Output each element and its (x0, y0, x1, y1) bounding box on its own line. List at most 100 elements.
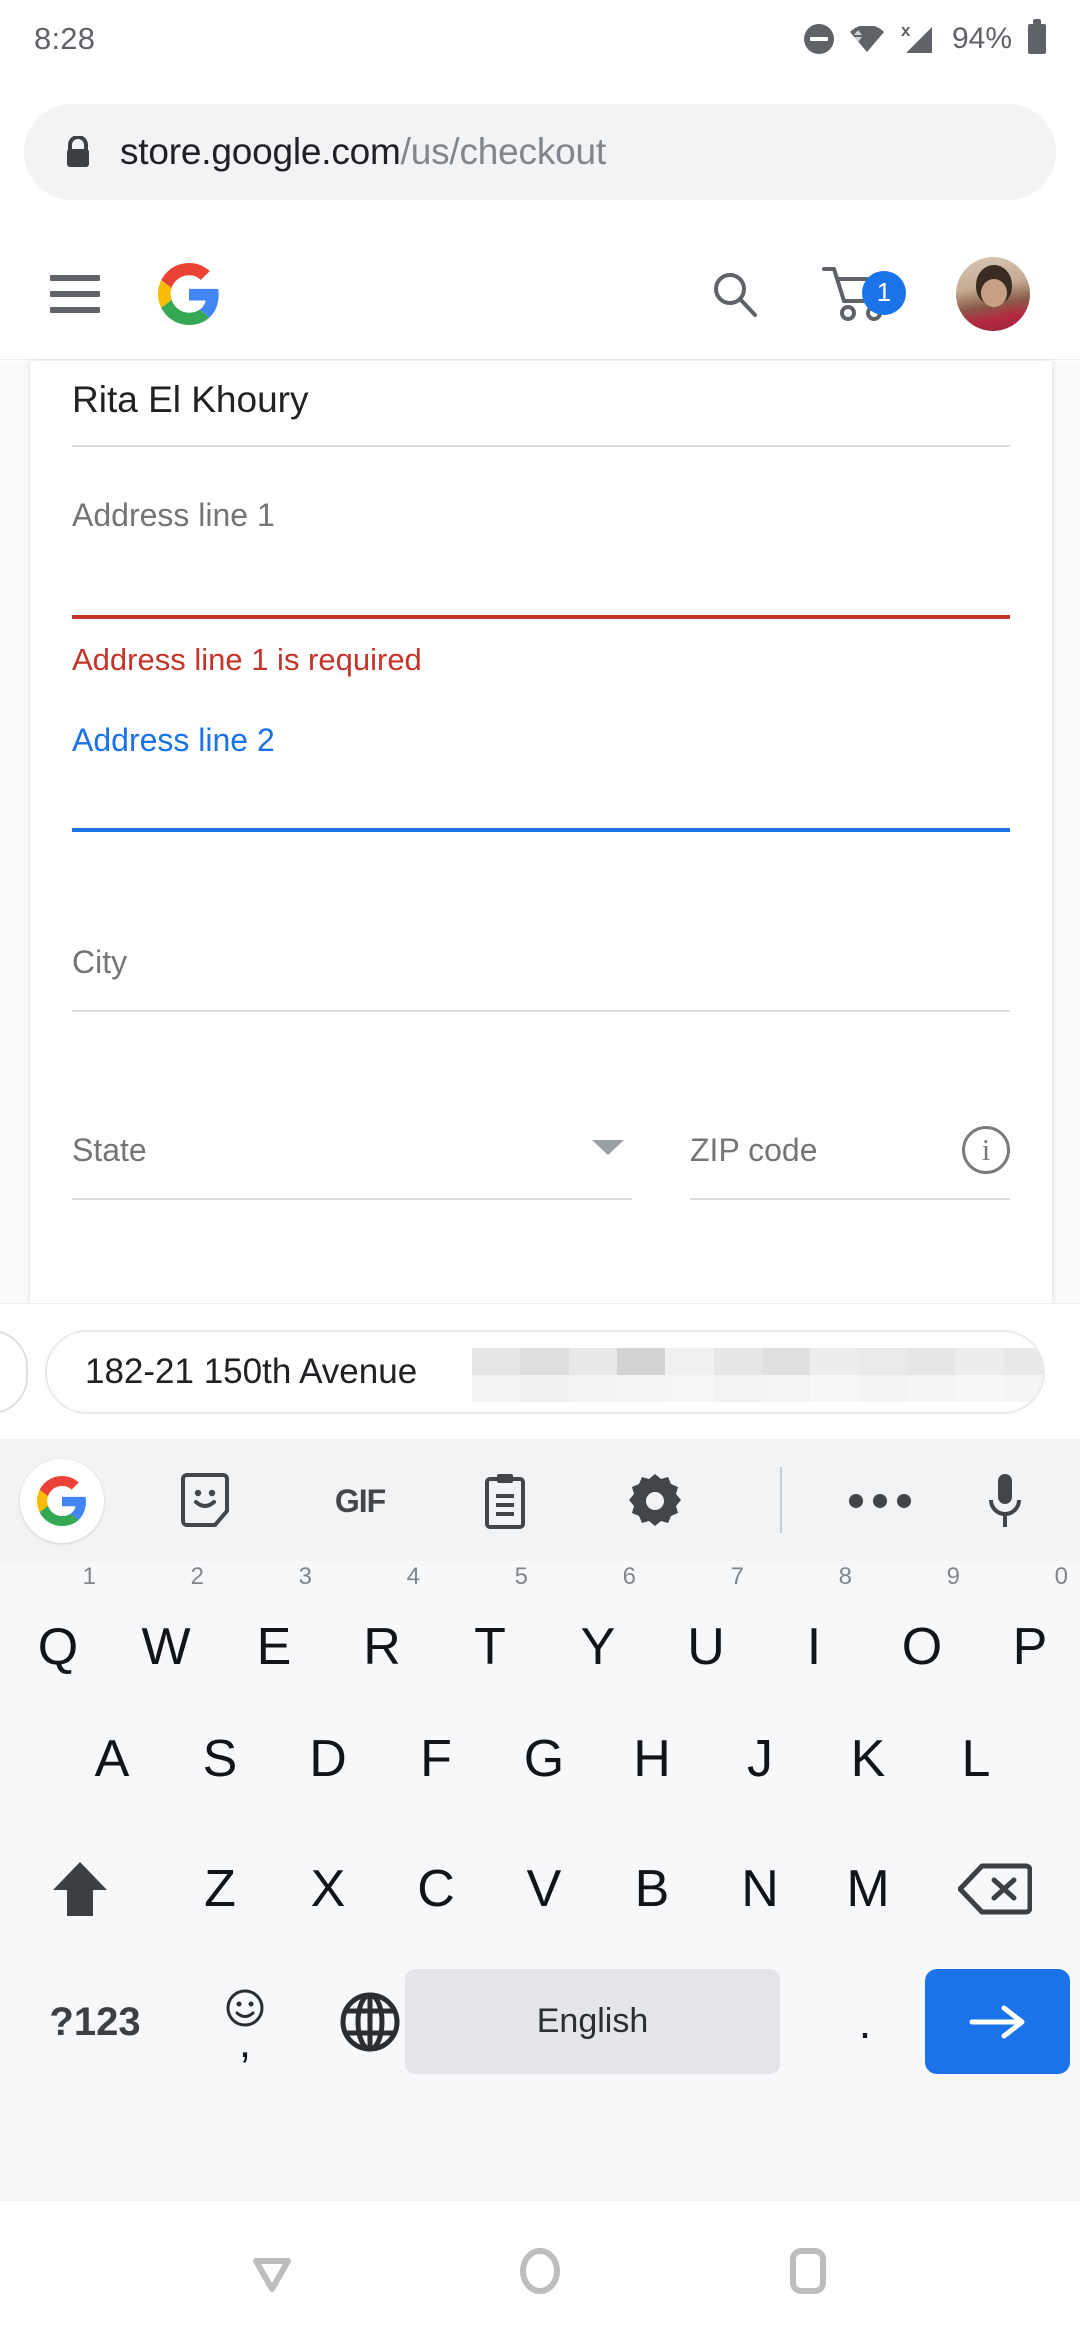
key-b[interactable]: B (602, 1839, 702, 1939)
key-label: E (256, 1618, 292, 1676)
redaction-tile (1003, 1348, 1043, 1375)
status-bar-clock: 8:28 (34, 21, 96, 56)
browser-url-bar-container: store.google.com/us/checkout (0, 94, 1080, 210)
key-q[interactable]: 1Q (8, 1563, 108, 1697)
microphone-icon[interactable] (975, 1471, 1035, 1531)
url-bar[interactable]: store.google.com/us/checkout (24, 104, 1056, 200)
keyboard-row-4: ?123 , English . (0, 1957, 1080, 2087)
key-label: Y (580, 1618, 616, 1676)
key-label: I (806, 1618, 822, 1676)
period-key[interactable]: . (810, 1967, 920, 2077)
do-not-disturb-icon (803, 24, 834, 54)
state-underline (72, 1198, 632, 1200)
redaction-tile (520, 1348, 569, 1375)
key-c[interactable]: C (386, 1839, 486, 1939)
symbols-key[interactable]: ?123 (10, 1967, 180, 2077)
key-label: G (523, 1730, 565, 1788)
key-hint-4: 4 (406, 1563, 420, 1590)
key-j[interactable]: J (710, 1709, 810, 1809)
redaction-tile (713, 1375, 762, 1402)
key-z[interactable]: Z (170, 1839, 270, 1939)
autofill-suggestion-bar: 182-21 150th Avenue (0, 1303, 1080, 1439)
key-v[interactable]: V (494, 1839, 594, 1939)
key-h[interactable]: H (602, 1709, 702, 1809)
settings-gear-icon[interactable] (625, 1471, 685, 1531)
redaction-tile (810, 1348, 859, 1375)
key-hint-6: 6 (622, 1563, 636, 1590)
key-hint-3: 3 (298, 1563, 312, 1590)
user-avatar[interactable] (956, 256, 1030, 331)
address-line-1-underline (72, 615, 1010, 619)
full-name-value: Rita El Khoury (72, 379, 309, 420)
redaction-tile (568, 1348, 617, 1375)
key-r[interactable]: 4R (332, 1563, 432, 1697)
emoji-comma-key[interactable]: , (185, 1967, 305, 2077)
lock-icon (67, 136, 89, 167)
key-s[interactable]: S (170, 1709, 270, 1809)
redaction-tile (858, 1375, 907, 1402)
key-k[interactable]: K (818, 1709, 918, 1809)
key-label: J (747, 1730, 773, 1788)
space-key[interactable]: English (405, 1969, 780, 2074)
key-label: C (417, 1860, 455, 1918)
back-triangle-icon[interactable] (237, 2236, 307, 2306)
google-logo-icon[interactable] (20, 1459, 104, 1543)
redaction-tile (665, 1375, 714, 1402)
key-p[interactable]: 0P (980, 1563, 1080, 1697)
key-n[interactable]: N (710, 1839, 810, 1939)
info-icon[interactable]: i (962, 1126, 1010, 1174)
key-a[interactable]: A (62, 1709, 162, 1809)
autofill-suggestion-previous[interactable] (0, 1330, 28, 1414)
key-d[interactable]: D (278, 1709, 378, 1809)
key-label: X (310, 1860, 346, 1918)
address-line-1-label: Address line 1 (72, 497, 275, 533)
enter-key[interactable] (925, 1969, 1070, 2074)
key-o[interactable]: 9O (872, 1563, 972, 1697)
key-f[interactable]: F (386, 1709, 486, 1809)
gif-icon[interactable]: GIF (320, 1471, 400, 1531)
key-hint-2: 2 (190, 1563, 204, 1590)
key-label: U (687, 1618, 725, 1676)
state-label: State (72, 1132, 147, 1168)
key-label: F (420, 1730, 452, 1788)
key-hint-7: 7 (730, 1563, 744, 1590)
redaction-tile (858, 1348, 907, 1375)
backspace-icon[interactable] (925, 1839, 1065, 1939)
shopping-cart-button[interactable]: 1 (822, 265, 906, 323)
hamburger-menu-icon[interactable] (50, 274, 100, 313)
enter-arrow-icon (969, 2005, 1024, 2038)
full-name-underline (72, 445, 1010, 447)
key-label: M (846, 1860, 890, 1918)
on-screen-keyboard: G I F 1 Q 2 W 3 E 4 R 5 T 6 Y 7 U 8 I 9 O … (0, 1439, 1080, 2200)
redaction-tile (955, 1348, 1004, 1375)
key-l[interactable]: L (926, 1709, 1026, 1809)
keyboard-row-2: ASD F GHJKL (0, 1697, 1080, 1817)
key-w[interactable]: 2W (116, 1563, 216, 1697)
key-x[interactable]: X (278, 1839, 378, 1939)
key-label: D (309, 1730, 347, 1788)
clipboard-icon[interactable] (475, 1471, 535, 1531)
search-icon[interactable] (710, 269, 760, 319)
autofill-suggestion-chip[interactable]: 182-21 150th Avenue (45, 1330, 1045, 1414)
url-path: /us/checkout (400, 131, 606, 172)
sticker-icon[interactable] (175, 1471, 235, 1531)
key-m[interactable]: M (818, 1839, 918, 1939)
key-i[interactable]: 8I (764, 1563, 864, 1697)
comma-label: , (238, 2017, 252, 2067)
redaction-tile (616, 1348, 666, 1375)
key-e[interactable]: 3E (224, 1563, 324, 1697)
key-y[interactable]: 6Y (548, 1563, 648, 1697)
shift-up-arrow-icon[interactable] (10, 1839, 150, 1939)
key-label: L (961, 1730, 991, 1788)
more-options-icon[interactable] (845, 1471, 915, 1531)
key-u[interactable]: 7U (656, 1563, 756, 1697)
key-t[interactable]: 5T (440, 1563, 540, 1697)
toolbar-divider (780, 1467, 782, 1533)
redaction-tile (472, 1375, 521, 1402)
recents-square-icon[interactable] (773, 2236, 843, 2306)
redaction-tile (568, 1375, 617, 1402)
google-g-logo (158, 262, 219, 325)
key-g[interactable]: G (494, 1709, 594, 1809)
address-line-1-error: Address line 1 is required (72, 642, 422, 677)
home-circle-icon[interactable] (505, 2236, 575, 2306)
